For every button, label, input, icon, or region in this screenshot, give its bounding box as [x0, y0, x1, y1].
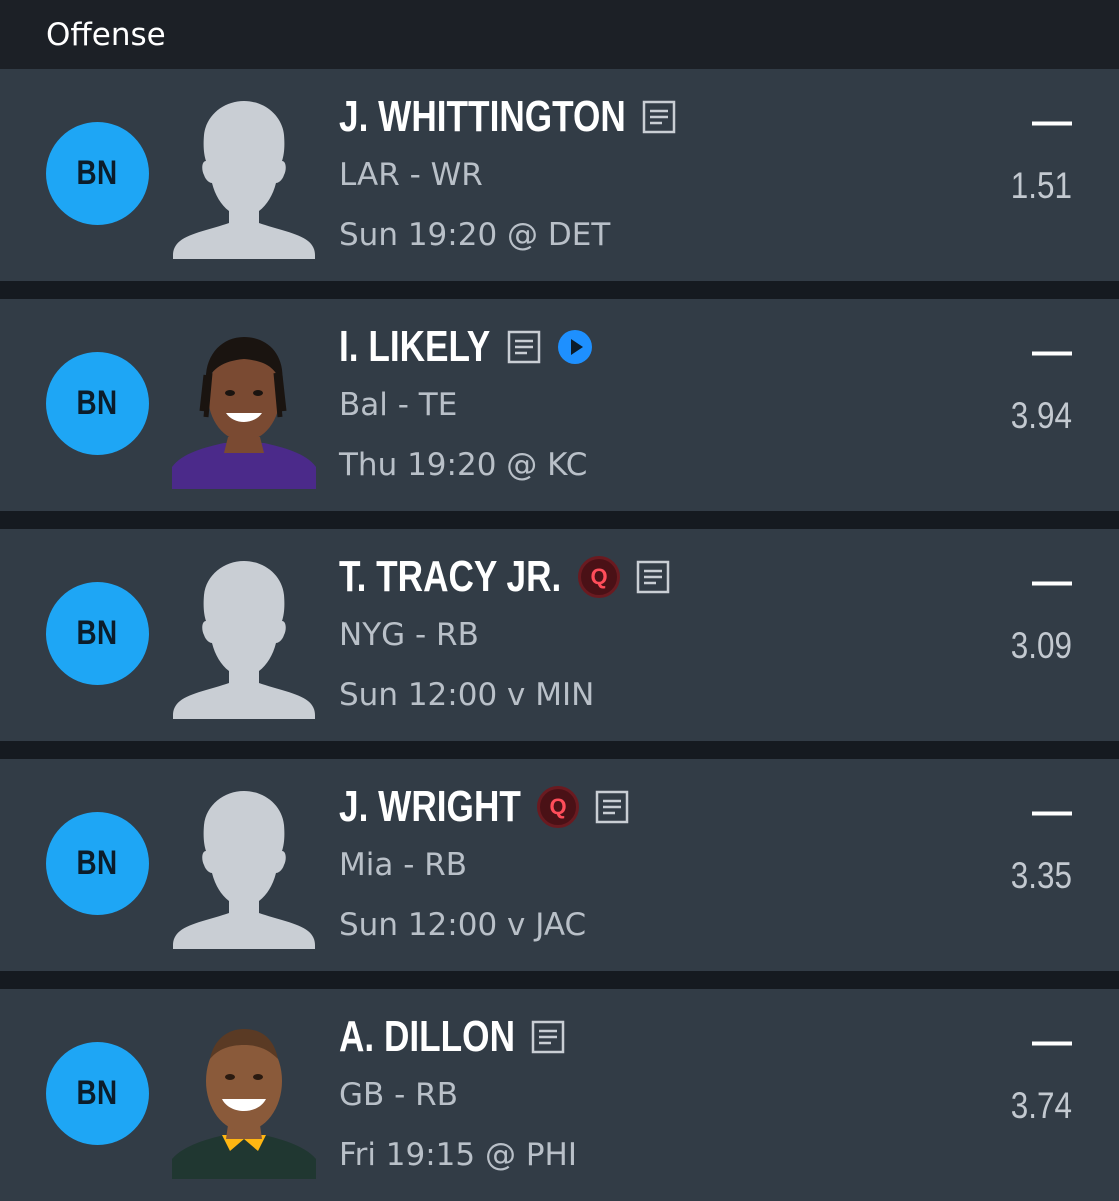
status-dash: —: [1032, 559, 1072, 603]
team-position: LAR - WR: [339, 157, 483, 193]
lineup-slot-button[interactable]: BN: [46, 812, 149, 915]
injury-status-label: Q: [590, 564, 608, 589]
stats-column: — 1.51: [1000, 99, 1072, 207]
silhouette-icon: [173, 791, 315, 949]
stats-column: — 3.09: [1000, 559, 1072, 667]
player-headshot[interactable]: [172, 1015, 316, 1179]
player-row[interactable]: BN I. LIKELY Bal - TE Thu 19:20 @ KC — 3…: [0, 299, 1119, 511]
player-photo: [172, 325, 316, 489]
silhouette-icon: [173, 561, 315, 719]
projected-points: 3.94: [1010, 395, 1072, 436]
team-position: Mia - RB: [339, 847, 468, 883]
news-icon[interactable]: [595, 790, 629, 824]
stats-column: — 3.74: [1000, 1019, 1072, 1127]
slot-label: BN: [76, 1074, 119, 1112]
player-row[interactable]: BN J. WRIGHT Q Mia - RB Sun 12:00 v JAC …: [0, 759, 1119, 971]
injury-status-label: Q: [549, 794, 567, 819]
game-info: Sun 19:20 @ DET: [339, 217, 611, 253]
name-line: J. WHITTINGTON: [339, 91, 676, 143]
projected-points: 3.35: [1010, 855, 1072, 896]
player-info: J. WHITTINGTON LAR - WR Sun 19:20 @ DET: [339, 91, 676, 255]
name-line: I. LIKELY: [339, 321, 593, 373]
game-info: Thu 19:20 @ KC: [339, 447, 588, 483]
section-title: Offense: [46, 16, 166, 53]
game-info: Sun 12:00 v JAC: [339, 907, 587, 943]
player-info: T. TRACY JR. Q NYG - RB Sun 12:00 v MIN: [339, 551, 670, 715]
lineup-slot-button[interactable]: BN: [46, 352, 149, 455]
player-name-link[interactable]: J. WHITTINGTON: [339, 92, 626, 142]
video-play-icon[interactable]: [557, 329, 593, 365]
player-row[interactable]: BN J. WHITTINGTON LAR - WR Sun 19:20 @ D…: [0, 69, 1119, 281]
player-info: A. DILLON GB - RB Fri 19:15 @ PHI: [339, 1011, 577, 1175]
stats-column: — 3.35: [1000, 789, 1072, 897]
status-dash: —: [1032, 329, 1072, 373]
lineup-slot-button[interactable]: BN: [46, 582, 149, 685]
team-position: NYG - RB: [339, 617, 479, 653]
stats-column: — 3.94: [1000, 329, 1072, 437]
status-dash: —: [1032, 1019, 1072, 1063]
slot-label: BN: [76, 614, 119, 652]
projected-points: 1.51: [1010, 165, 1072, 206]
team-position: GB - RB: [339, 1077, 458, 1113]
slot-label: BN: [76, 384, 119, 422]
injury-questionable-icon[interactable]: Q: [578, 556, 620, 598]
player-info: I. LIKELY Bal - TE Thu 19:20 @ KC: [339, 321, 593, 485]
player-headshot[interactable]: [172, 95, 316, 259]
slot-label: BN: [76, 844, 119, 882]
lineup-slot-button[interactable]: BN: [46, 122, 149, 225]
player-headshot[interactable]: [172, 325, 316, 489]
injury-questionable-icon[interactable]: Q: [537, 786, 579, 828]
projected-points: 3.09: [1010, 625, 1072, 666]
player-headshot[interactable]: [172, 785, 316, 949]
team-position: Bal - TE: [339, 387, 458, 423]
player-info: J. WRIGHT Q Mia - RB Sun 12:00 v JAC: [339, 781, 629, 945]
projected-points: 3.74: [1010, 1085, 1072, 1126]
lineup-slot-button[interactable]: BN: [46, 1042, 149, 1145]
news-icon[interactable]: [507, 330, 541, 364]
player-row[interactable]: BN A. DILLON GB - RB Fri 19:15 @ PHI — 3…: [0, 989, 1119, 1201]
name-line: J. WRIGHT Q: [339, 781, 629, 833]
name-line: A. DILLON: [339, 1011, 577, 1063]
news-icon[interactable]: [636, 560, 670, 594]
player-name-link[interactable]: T. TRACY JR.: [339, 552, 561, 602]
player-photo: [172, 1015, 316, 1179]
news-icon[interactable]: [642, 100, 676, 134]
player-name-link[interactable]: I. LIKELY: [339, 322, 490, 372]
status-dash: —: [1032, 789, 1072, 833]
player-headshot[interactable]: [172, 555, 316, 719]
news-icon[interactable]: [531, 1020, 565, 1054]
game-info: Fri 19:15 @ PHI: [339, 1137, 577, 1173]
section-header: Offense: [0, 0, 1119, 69]
status-dash: —: [1032, 99, 1072, 143]
player-list: BN J. WHITTINGTON LAR - WR Sun 19:20 @ D…: [0, 69, 1119, 1201]
player-name-link[interactable]: A. DILLON: [339, 1012, 515, 1062]
name-line: T. TRACY JR. Q: [339, 551, 670, 603]
slot-label: BN: [76, 154, 119, 192]
player-name-link[interactable]: J. WRIGHT: [339, 782, 521, 832]
player-row[interactable]: BN T. TRACY JR. Q NYG - RB Sun 12:00 v M…: [0, 529, 1119, 741]
game-info: Sun 12:00 v MIN: [339, 677, 595, 713]
silhouette-icon: [173, 101, 315, 259]
